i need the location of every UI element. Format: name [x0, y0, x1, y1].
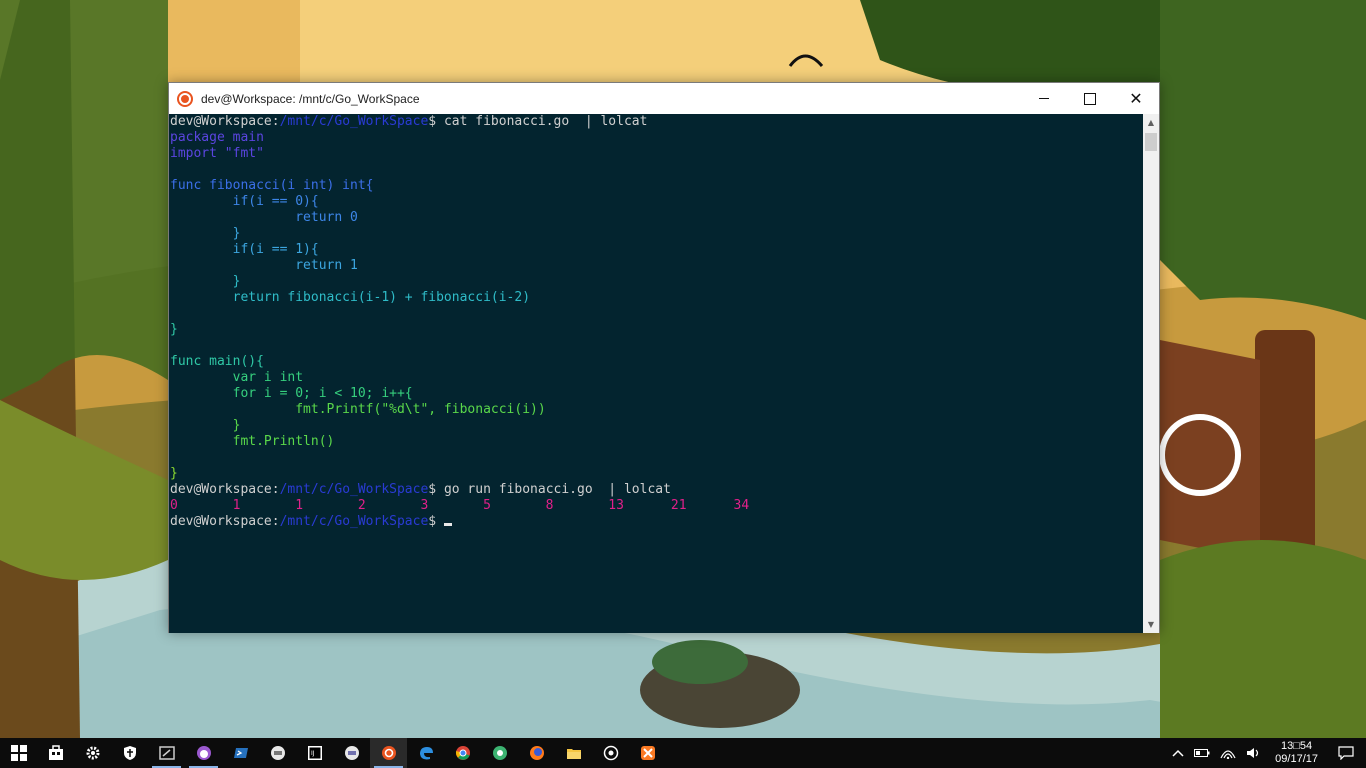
taskbar-store[interactable]	[37, 738, 74, 768]
code-line: }	[170, 322, 178, 337]
vertical-scrollbar[interactable]: ▲ ▼	[1143, 114, 1159, 633]
taskbar-editor[interactable]	[259, 738, 296, 768]
scroll-up-arrow-icon[interactable]: ▲	[1143, 114, 1159, 131]
firefox-icon	[529, 746, 544, 760]
code-line: package main	[170, 130, 264, 145]
code-line: }	[170, 466, 178, 481]
taskbar-xampp[interactable]	[629, 738, 666, 768]
editor2-icon	[344, 746, 359, 760]
code-line: func main(){	[170, 354, 264, 369]
openshot-icon	[492, 746, 507, 760]
taskbar-intellij[interactable]: IJ	[296, 738, 333, 768]
prompt-line[interactable]: dev@Workspace:/mnt/c/Go_WorkSpace$	[170, 514, 1144, 530]
code-line: return 0	[170, 210, 358, 225]
program-output: 0 1 1 2 3 5 8 13 21 34	[170, 498, 750, 513]
prompt-user: dev@Workspace:	[170, 114, 280, 129]
code-line: fmt.Printf("%d\t", fibonacci(i))	[170, 402, 546, 417]
editor-icon	[270, 746, 285, 760]
code-line: var i int	[170, 370, 304, 385]
code-line: func fibonacci(i int) int{	[170, 178, 374, 193]
window-title: dev@Workspace: /mnt/c/Go_WorkSpace	[201, 91, 420, 106]
taskbar-edge[interactable]	[407, 738, 444, 768]
folder-icon	[566, 749, 581, 759]
clock-time: 13□54	[1281, 740, 1313, 752]
close-button[interactable]: ✕	[1113, 83, 1159, 114]
code-line: }	[170, 274, 241, 289]
code-line: fmt.Println()	[170, 434, 335, 449]
command-text: cat fibonacci.go | lolcat	[436, 114, 648, 129]
prompt-path: /mnt/c/Go_WorkSpace	[279, 514, 429, 529]
terminal-app-icon	[158, 746, 175, 760]
prompt-sign: $	[428, 482, 437, 497]
code-line: return fibonacci(i-1) + fibonacci(i-2)	[170, 290, 531, 305]
windows-logo-icon	[10, 745, 27, 761]
powershell-icon	[233, 748, 248, 758]
prompt-path: /mnt/c/Go_WorkSpace	[279, 114, 429, 129]
maximize-button[interactable]	[1067, 83, 1113, 114]
taskbar-openshot[interactable]	[481, 738, 518, 768]
ubuntu-taskbar-icon	[381, 746, 396, 760]
taskbar-ubuntu[interactable]	[370, 738, 407, 768]
code-line: return 1	[170, 258, 358, 273]
code-line: }	[170, 418, 241, 433]
taskbar-chrome[interactable]	[444, 738, 481, 768]
battery-icon[interactable]	[1189, 738, 1215, 768]
text-cursor	[443, 523, 452, 526]
taskbar-media[interactable]	[592, 738, 629, 768]
terminal-window[interactable]: dev@Workspace: /mnt/c/Go_WorkSpace ✕ dev…	[168, 82, 1160, 633]
wifi-icon[interactable]	[1215, 738, 1241, 768]
ubuntu-icon	[177, 90, 193, 107]
prompt-path: /mnt/c/Go_WorkSpace	[279, 482, 429, 497]
svg-text:IJ: IJ	[311, 750, 315, 757]
notification-icon[interactable]	[1326, 738, 1366, 768]
taskbar-settings[interactable]	[74, 738, 111, 768]
scroll-down-arrow-icon[interactable]: ▼	[1143, 616, 1159, 633]
media-icon	[603, 745, 618, 761]
terminal-output[interactable]: dev@Workspace:/mnt/c/Go_WorkSpace$ cat f…	[169, 114, 1144, 633]
taskbar-explorer[interactable]	[555, 738, 592, 768]
window-titlebar[interactable]: dev@Workspace: /mnt/c/Go_WorkSpace ✕	[169, 83, 1159, 114]
volume-icon[interactable]	[1241, 738, 1267, 768]
taskbar-powershell[interactable]	[222, 738, 259, 768]
taskbar-defender[interactable]	[111, 738, 148, 768]
chrome-icon	[455, 746, 470, 760]
cat-icon	[196, 746, 211, 760]
command-text: go run fibonacci.go | lolcat	[436, 482, 671, 497]
code-line: if(i == 0){	[170, 194, 319, 209]
minimize-button[interactable]	[1021, 83, 1067, 114]
gear-icon	[86, 746, 99, 760]
command-input[interactable]	[436, 514, 444, 529]
clock-date: 09/17/17	[1275, 753, 1318, 765]
system-tray: 13□54 09/17/17	[1167, 738, 1366, 768]
taskbar-terminal-app[interactable]	[148, 738, 185, 768]
taskbar-cat-app[interactable]	[185, 738, 222, 768]
start-button[interactable]	[0, 738, 37, 768]
taskbar: IJ 13□54 09/17/17	[0, 738, 1366, 768]
prompt-line: dev@Workspace:/mnt/c/Go_WorkSpace$ cat f…	[170, 114, 1144, 130]
prompt-user: dev@Workspace:	[170, 514, 280, 529]
scrollbar-thumb[interactable]	[1145, 133, 1157, 151]
prompt-user: dev@Workspace:	[170, 482, 280, 497]
taskbar-editor2[interactable]	[333, 738, 370, 768]
taskbar-firefox[interactable]	[518, 738, 555, 768]
store-icon	[48, 745, 63, 760]
tray-overflow-chevron-icon[interactable]	[1167, 738, 1189, 768]
code-line: for i = 0; i < 10; i++{	[170, 386, 413, 401]
prompt-sign: $	[428, 114, 437, 129]
edge-icon	[419, 747, 433, 760]
prompt-sign: $	[428, 514, 437, 529]
tray-clock[interactable]: 13□54 09/17/17	[1267, 740, 1326, 766]
prompt-line: dev@Workspace:/mnt/c/Go_WorkSpace$ go ru…	[170, 482, 1144, 498]
code-line: import "fmt"	[170, 146, 264, 161]
code-line: }	[170, 226, 241, 241]
shield-icon	[123, 746, 136, 760]
xampp-icon	[640, 746, 655, 760]
intellij-icon: IJ	[307, 746, 322, 760]
code-line: if(i == 1){	[170, 242, 319, 257]
window-controls: ✕	[1021, 83, 1159, 114]
